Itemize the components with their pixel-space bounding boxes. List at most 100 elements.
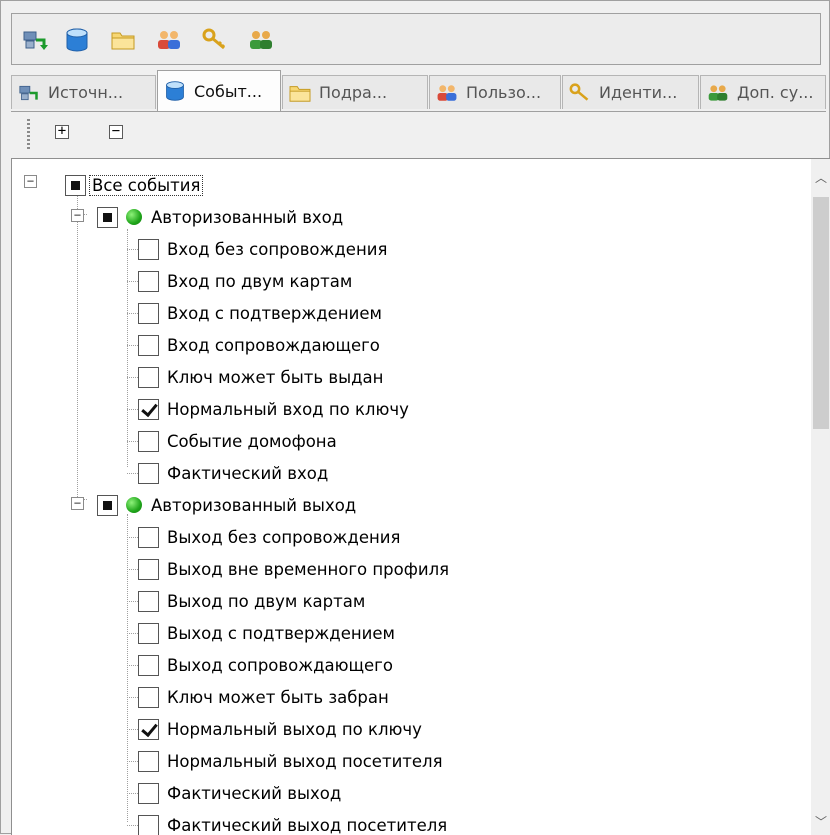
collapse-all-button[interactable]: − [109,125,123,139]
tree-item-label: Выход сопровождающего [167,656,393,675]
status-dot-icon [126,497,142,513]
events-filter-window: Источн... Событ... Подра... Пользо... Ид… [0,0,830,834]
tab-events[interactable]: Событ... [157,70,281,111]
tab-users[interactable]: Пользо... [429,75,561,109]
tree-group[interactable]: Авторизованный вход [97,201,343,233]
item-checkbox[interactable] [138,559,159,580]
item-checkbox[interactable] [138,303,159,324]
item-checkbox[interactable] [138,239,159,260]
tree-item-label: Ключ может быть выдан [167,368,383,387]
tree-item[interactable]: Событие домофона [138,425,337,457]
tree-item[interactable]: Вход сопровождающего [138,329,380,361]
vertical-scrollbar[interactable]: ︿ ﹀ [811,159,830,835]
scrollbar-thumb[interactable] [813,197,829,429]
tab-label: Источн... [48,83,123,102]
events-icon[interactable] [60,24,94,56]
collapse-icon[interactable]: − [24,175,37,188]
tree-item[interactable]: Ключ может быть забран [138,681,389,713]
item-checkbox[interactable] [138,719,159,740]
tree-item[interactable]: Выход по двум картам [138,585,365,617]
tree-item[interactable]: Вход без сопровождения [138,233,387,265]
tree-item[interactable]: Выход вне временного профиля [138,553,449,585]
tab-identifiers[interactable]: Иденти... [562,75,699,109]
tab-strip: Источн... Событ... Подра... Пользо... Ид… [11,67,826,112]
tree-root[interactable]: Все события [65,169,202,201]
tree-item[interactable]: Фактический выход [138,777,341,809]
tree-item-label: Вход по двум картам [167,272,352,291]
tree-item[interactable]: Вход по двум картам [138,265,352,297]
tree-group[interactable]: Авторизованный выход [97,489,356,521]
tristate-checkbox[interactable] [65,175,86,196]
tab-sources[interactable]: Источн... [11,75,156,109]
events-icon [162,80,188,102]
scroll-down-icon[interactable]: ﹀ [811,811,830,831]
tree-item[interactable]: Выход без сопровождения [138,521,400,553]
tree-item-label: Нормальный выход посетителя [167,752,443,771]
keys-icon [567,82,593,104]
item-checkbox[interactable] [138,367,159,388]
item-checkbox[interactable] [138,655,159,676]
tree-item-label: Фактический выход [167,784,341,803]
item-checkbox[interactable] [138,623,159,644]
tab-label: Доп. су... [737,83,813,102]
item-checkbox[interactable] [138,271,159,292]
item-checkbox[interactable] [138,399,159,420]
extra-subjects-icon [705,82,731,104]
tree-item-label: Вход сопровождающего [167,336,380,355]
tree-item[interactable]: Выход сопровождающего [138,649,393,681]
item-checkbox[interactable] [138,431,159,452]
tab-departments[interactable]: Подра... [282,75,428,109]
tree-item[interactable]: Фактический вход [138,457,328,489]
item-checkbox[interactable] [138,591,159,612]
tree-item-label: Фактический выход посетителя [167,816,447,835]
item-checkbox[interactable] [138,815,159,835]
scroll-up-icon[interactable]: ︿ [811,167,830,187]
item-checkbox[interactable] [138,687,159,708]
item-checkbox[interactable] [138,335,159,356]
tree-item[interactable]: Нормальный вход по ключу [138,393,409,425]
tree-item-label: Фактический вход [167,464,328,483]
expand-all-button[interactable]: + [55,125,69,139]
tristate-checkbox[interactable] [97,207,118,228]
tree-group-label: Авторизованный выход [151,496,356,515]
tab-label: Пользо... [466,83,541,102]
collapse-icon[interactable]: − [71,209,84,222]
item-checkbox[interactable] [138,527,159,548]
toolbar-grip[interactable] [27,119,30,149]
tree-item-label: Вход с подтверждением [167,304,382,323]
tree-item-label: Выход без сопровождения [167,528,400,547]
tristate-checkbox[interactable] [97,495,118,516]
tab-label: Иденти... [599,83,677,102]
tree-item-label: Выход с подтверждением [167,624,395,643]
folder-icon[interactable] [106,24,140,56]
tree-item-label: Нормальный вход по ключу [167,400,409,419]
tree-item[interactable]: Ключ может быть выдан [138,361,383,393]
item-checkbox[interactable] [138,751,159,772]
users-icon[interactable] [152,24,186,56]
tree-root-label: Все события [90,176,202,195]
tree-item[interactable]: Выход с подтверждением [138,617,395,649]
item-checkbox[interactable] [138,463,159,484]
tree-item[interactable]: Нормальный выход по ключу [138,713,422,745]
keys-icon[interactable] [198,24,232,56]
users-icon [434,82,460,104]
tree-item[interactable]: Нормальный выход посетителя [138,745,443,777]
status-dot-icon [126,209,142,225]
collapse-icon[interactable]: − [71,497,84,510]
tree-group-label: Авторизованный вход [151,208,343,227]
tab-label: Событ... [194,82,262,101]
tree-item-label: Событие домофона [167,432,337,451]
tree-item-label: Нормальный выход по ключу [167,720,422,739]
tree-item-label: Выход вне временного профиля [167,560,449,579]
events-tree: − Все события − Авторизованный вход Вход б… [11,158,830,835]
sources-icon[interactable] [18,24,52,56]
item-checkbox[interactable] [138,783,159,804]
tree-item[interactable]: Вход с подтверждением [138,297,382,329]
tab-label: Подра... [319,83,387,102]
folder-icon [287,82,313,104]
tree-item-label: Ключ может быть забран [167,688,389,707]
main-toolbar [11,13,821,65]
tab-extra-subjects[interactable]: Доп. су... [700,75,826,109]
tree-item[interactable]: Фактический выход посетителя [138,809,447,835]
extra-subjects-icon[interactable] [244,24,278,56]
